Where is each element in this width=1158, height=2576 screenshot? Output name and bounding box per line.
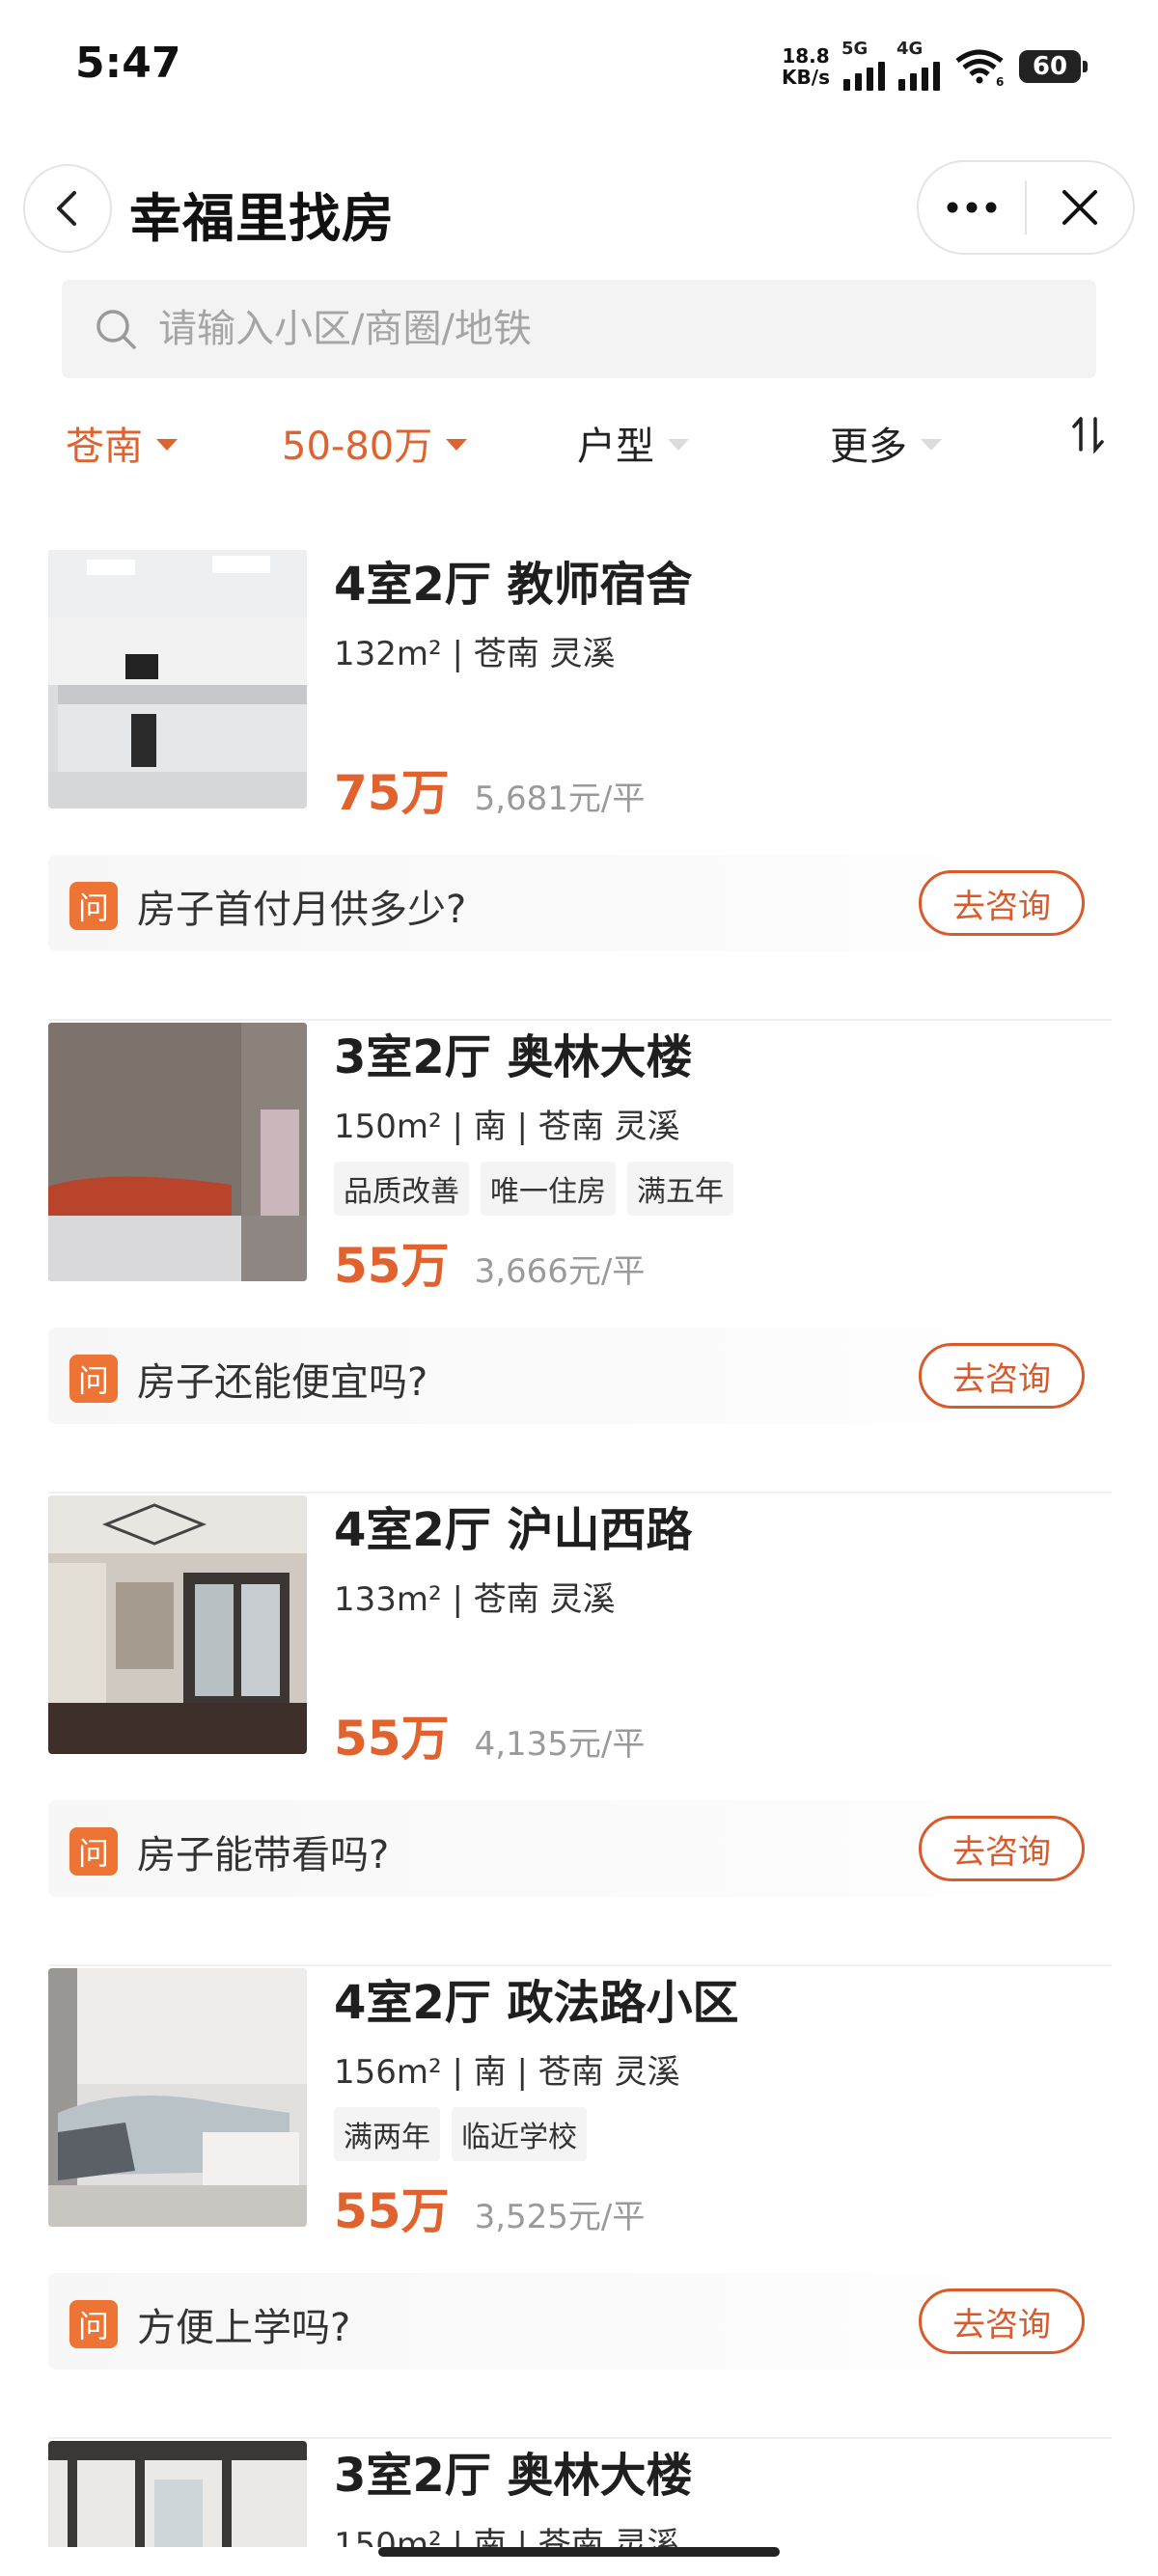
svg-text:6: 6 <box>996 75 1004 86</box>
unit-price: 3,525元/平 <box>474 2198 646 2236</box>
listing-meta: 150m² | 南 | 苍南 灵溪 <box>334 2526 680 2547</box>
home-indicator[interactable] <box>378 2547 780 2557</box>
listing-price: 55万 <box>334 1711 450 1767</box>
listing-card[interactable]: 4室2厅 教师宿舍 132m² | 苍南 灵溪 75万 5,681元/平 问 房… <box>48 550 1112 1021</box>
question-text: 房子还能便宜吗? <box>137 1360 428 1405</box>
close-icon <box>1062 190 1097 225</box>
caret-down-icon <box>668 439 689 451</box>
back-button[interactable] <box>23 164 112 253</box>
price-row: 55万 3,666元/平 <box>334 1227 645 1297</box>
mini-program-capsule <box>917 160 1135 255</box>
unit-price: 5,681元/平 <box>474 780 646 818</box>
listing-meta: 132m² | 苍南 灵溪 <box>334 635 616 673</box>
consult-bar: 问 方便上学吗? 去咨询 <box>48 2273 1112 2370</box>
caret-down-icon <box>446 439 468 451</box>
listing-title: 4室2厅 政法路小区 <box>334 1976 739 2030</box>
consult-button[interactable]: 去咨询 <box>919 2288 1085 2354</box>
question-text: 方便上学吗? <box>137 2306 351 2350</box>
filter-region[interactable]: 苍南 <box>66 415 178 471</box>
price-row: 75万 5,681元/平 <box>334 754 645 824</box>
close-button[interactable] <box>1027 162 1133 253</box>
tag-list: 满两年 临近学校 <box>334 2107 587 2161</box>
caret-down-icon <box>921 439 942 451</box>
search-bar[interactable] <box>62 280 1096 378</box>
question-icon: 问 <box>69 1827 118 1876</box>
filter-price[interactable]: 50-80万 <box>282 415 468 471</box>
tag: 临近学校 <box>452 2107 587 2161</box>
consult-bar: 问 房子能带看吗? 去咨询 <box>48 1800 1112 1897</box>
listing-meta: 150m² | 南 | 苍南 灵溪 <box>334 1108 680 1146</box>
sort-button[interactable] <box>1069 415 1108 453</box>
listing-title: 3室2厅 奥林大楼 <box>334 1030 693 1084</box>
filter-layout[interactable]: 户型 <box>577 415 689 471</box>
chevron-left-icon <box>57 191 76 226</box>
listing-meta: 156m² | 南 | 苍南 灵溪 <box>334 2053 680 2092</box>
search-icon <box>96 310 136 349</box>
network-speed: 18.8 KB/s <box>782 44 830 89</box>
consult-button[interactable]: 去咨询 <box>919 1816 1085 1881</box>
consult-bar: 问 房子首付月供多少? 去咨询 <box>48 855 1112 951</box>
listing-card[interactable]: 3室2厅 奥林大楼 150m² | 南 | 苍南 灵溪 <box>48 2441 1112 2547</box>
listing-meta: 133m² | 苍南 灵溪 <box>334 1580 616 1619</box>
status-bar: 5:47 18.8 KB/s 5G 4G 6 60 <box>0 0 1158 135</box>
question-text: 房子首付月供多少? <box>137 888 467 932</box>
tag-list: 品质改善 唯一住房 满五年 <box>334 1162 733 1216</box>
unit-price: 4,135元/平 <box>474 1725 646 1764</box>
signal-5g-icon: 5G <box>841 39 885 91</box>
unit-price: 3,666元/平 <box>474 1252 646 1291</box>
listing-title: 4室2厅 沪山西路 <box>334 1503 693 1557</box>
page-title: 幸福里找房 <box>129 188 395 249</box>
tag: 品质改善 <box>334 1162 469 1216</box>
listing-price: 75万 <box>334 765 450 821</box>
listing-photo[interactable] <box>48 2441 307 2547</box>
more-dots-icon <box>947 202 997 213</box>
consult-bar: 问 房子还能便宜吗? 去咨询 <box>48 1328 1112 1424</box>
battery-icon: 60 <box>1019 50 1088 83</box>
tag: 唯一住房 <box>481 1162 616 1216</box>
filter-bar: 苍南 50-80万 户型 更多 <box>0 415 1158 482</box>
listing-card[interactable]: 3室2厅 奥林大楼 150m² | 南 | 苍南 灵溪 品质改善 唯一住房 满五… <box>48 1023 1112 1494</box>
listing-card[interactable]: 4室2厅 沪山西路 133m² | 苍南 灵溪 55万 4,135元/平 问 房… <box>48 1495 1112 1966</box>
tag: 满五年 <box>627 1162 733 1216</box>
filter-more[interactable]: 更多 <box>830 415 942 471</box>
price-row: 55万 4,135元/平 <box>334 1700 645 1769</box>
listing-photo[interactable] <box>48 1495 307 1754</box>
consult-button[interactable]: 去咨询 <box>919 870 1085 936</box>
listing-price: 55万 <box>334 1238 450 1294</box>
listing-title: 4室2厅 教师宿舍 <box>334 558 693 612</box>
question-icon: 问 <box>69 882 118 930</box>
status-time: 5:47 <box>75 39 181 88</box>
tag: 满两年 <box>334 2107 440 2161</box>
wifi-icon: 6 <box>955 49 1004 86</box>
more-button[interactable] <box>919 162 1025 253</box>
question-icon: 问 <box>69 2300 118 2348</box>
status-icons: 18.8 KB/s 5G 4G 6 60 <box>782 39 1088 91</box>
listing-photo[interactable] <box>48 1023 307 1281</box>
sort-icon <box>1072 417 1104 453</box>
nav-bar: 幸福里找房 <box>0 154 1158 260</box>
price-row: 55万 3,525元/平 <box>334 2173 645 2242</box>
caret-down-icon <box>156 439 178 451</box>
question-text: 房子能带看吗? <box>137 1833 390 1877</box>
listing-card[interactable]: 4室2厅 政法路小区 156m² | 南 | 苍南 灵溪 满两年 临近学校 55… <box>48 1968 1112 2439</box>
listing-photo[interactable] <box>48 1968 307 2227</box>
question-icon: 问 <box>69 1355 118 1403</box>
listing-photo[interactable] <box>48 550 307 808</box>
signal-4g-icon: 4G <box>896 39 940 91</box>
listing-price: 55万 <box>334 2183 450 2239</box>
search-input[interactable] <box>156 306 1029 352</box>
listing-title: 3室2厅 奥林大楼 <box>334 2449 693 2503</box>
consult-button[interactable]: 去咨询 <box>919 1343 1085 1409</box>
